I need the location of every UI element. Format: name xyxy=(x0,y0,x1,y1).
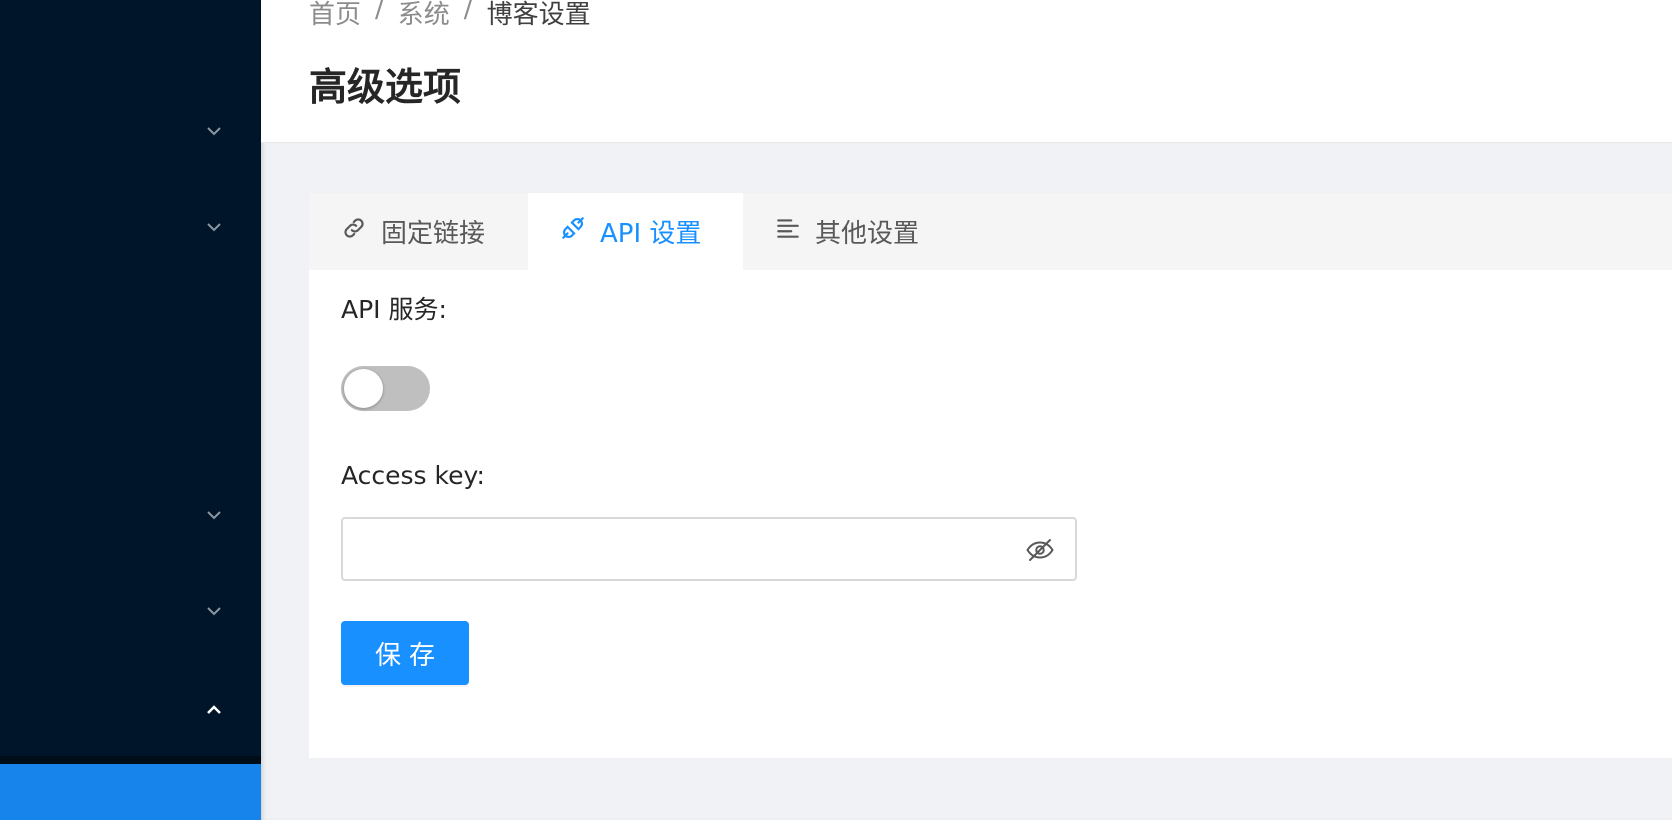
toggle-knob xyxy=(344,369,383,408)
save-button[interactable]: 保存 xyxy=(341,621,469,685)
tab-api-settings[interactable]: API 设置 xyxy=(528,193,743,270)
eye-invisible-icon[interactable] xyxy=(1025,535,1055,565)
page-title: 高级选项 xyxy=(309,65,462,109)
breadcrumb-item-system[interactable]: 系统 xyxy=(398,0,450,31)
main-content: 首页 / 系统 / 博客设置 高级选项 固定链接 API 设置 其他设置 API… xyxy=(261,0,1672,820)
breadcrumb-separator: / xyxy=(375,0,384,24)
tab-bar: 固定链接 API 设置 其他设置 xyxy=(309,193,1672,270)
access-key-input[interactable] xyxy=(355,519,995,579)
access-key-field xyxy=(341,517,1077,581)
chevron-down-icon[interactable] xyxy=(204,601,224,621)
settings-card: 固定链接 API 设置 其他设置 API 服务: Access key: 保存 xyxy=(309,193,1672,758)
breadcrumb-item-home[interactable]: 首页 xyxy=(309,0,361,31)
access-key-label: Access key: xyxy=(341,461,485,490)
chevron-down-icon[interactable] xyxy=(204,217,224,237)
sidebar-item-active[interactable] xyxy=(0,764,261,820)
sidebar-divider xyxy=(0,756,261,764)
breadcrumb: 首页 / 系统 / 博客设置 xyxy=(309,0,591,31)
chevron-down-icon[interactable] xyxy=(204,121,224,141)
api-service-toggle[interactable] xyxy=(341,366,430,411)
chevron-down-icon[interactable] xyxy=(204,505,224,525)
page-header: 首页 / 系统 / 博客设置 高级选项 xyxy=(261,0,1672,143)
breadcrumb-item-blog-settings: 博客设置 xyxy=(486,0,591,30)
api-service-label: API 服务: xyxy=(341,295,447,324)
tab-label: API 设置 xyxy=(600,219,702,249)
tab-permalink[interactable]: 固定链接 xyxy=(309,193,528,270)
tab-label: 固定链接 xyxy=(381,219,486,249)
tab-label: 其他设置 xyxy=(815,219,920,249)
tab-other-settings[interactable]: 其他设置 xyxy=(743,193,963,270)
align-left-icon xyxy=(775,215,801,248)
breadcrumb-separator: / xyxy=(463,0,473,24)
chevron-up-icon[interactable] xyxy=(204,700,224,720)
link-icon xyxy=(341,215,367,248)
api-icon xyxy=(560,215,586,248)
sidebar xyxy=(0,0,261,820)
